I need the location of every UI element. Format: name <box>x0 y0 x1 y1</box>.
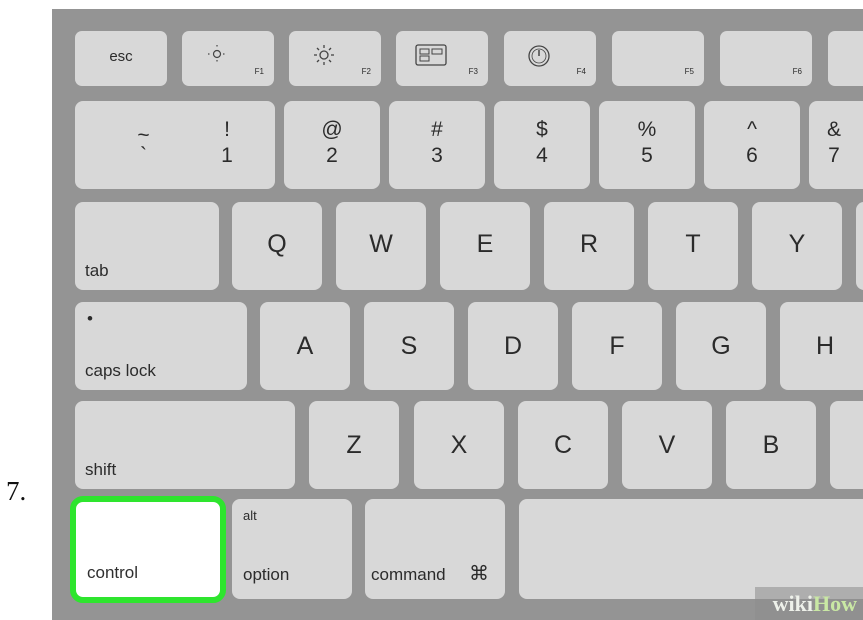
key-t[interactable]: T <box>648 202 738 290</box>
key-4-bottom: 4 <box>536 144 548 167</box>
key-f1[interactable]: F1 <box>182 31 274 86</box>
key-2-top: @ <box>321 118 343 141</box>
key-command[interactable]: command ⌘ <box>365 499 505 599</box>
key-f4[interactable]: F4 <box>504 31 596 86</box>
key-option[interactable]: alt option <box>232 499 352 599</box>
key-b[interactable]: B <box>726 401 816 489</box>
key-7-bottom: 7 <box>828 144 840 167</box>
key-y-label: Y <box>788 230 806 258</box>
key-4-top: $ <box>536 118 548 141</box>
key-tab[interactable]: tab <box>75 202 219 290</box>
key-4[interactable]: $ 4 <box>494 101 590 189</box>
key-x-label: X <box>450 431 468 459</box>
key-f4-label: F4 <box>576 67 586 76</box>
brightness-down-icon <box>182 44 252 69</box>
key-r[interactable]: R <box>544 202 634 290</box>
command-icon: ⌘ <box>469 563 489 585</box>
key-caps-lock-label: caps lock <box>85 361 156 380</box>
key-7[interactable]: & 7 <box>809 101 863 189</box>
key-q-label: Q <box>267 230 287 258</box>
key-6-top: ^ <box>747 118 757 141</box>
key-option-label: option <box>243 565 290 584</box>
key-z[interactable]: Z <box>309 401 399 489</box>
key-3[interactable]: # 3 <box>389 101 485 189</box>
key-6[interactable]: ^ 6 <box>704 101 800 189</box>
brightness-up-icon <box>289 44 359 71</box>
key-esc[interactable]: esc <box>75 31 167 86</box>
watermark-logo: wikiHow <box>754 587 863 620</box>
key-5-top: % <box>637 118 657 141</box>
key-e[interactable]: E <box>440 202 530 290</box>
key-3-bottom: 3 <box>431 144 443 167</box>
key-f6[interactable]: F6 <box>720 31 812 86</box>
key-e-label: E <box>476 230 494 258</box>
key-d[interactable]: D <box>468 302 558 390</box>
step-number: 7. <box>6 476 27 506</box>
key-f2-label: F2 <box>361 67 371 76</box>
key-space[interactable] <box>519 499 863 599</box>
key-s-label: S <box>400 332 418 360</box>
key-f5-label: F5 <box>684 67 694 76</box>
key-f-label: F <box>609 332 625 360</box>
key-a[interactable]: A <box>260 302 350 390</box>
key-tab-label: tab <box>85 261 109 280</box>
caps-lock-indicator: • <box>87 309 93 328</box>
key-1[interactable]: ! 1 <box>179 101 275 189</box>
key-5[interactable]: % 5 <box>599 101 695 189</box>
key-q[interactable]: Q <box>232 202 322 290</box>
key-t-label: T <box>685 230 701 258</box>
key-h-label: H <box>815 332 835 360</box>
key-w[interactable]: W <box>336 202 426 290</box>
key-control[interactable]: control <box>70 496 226 603</box>
key-3-top: # <box>431 118 443 141</box>
key-f3[interactable]: F3 <box>396 31 488 86</box>
key-f5[interactable]: F5 <box>612 31 704 86</box>
keyboard: esc F1 F2 F3 F4 F5 F6 ~ ` ! 1 @ 2 # 3 $ … <box>52 9 863 620</box>
key-caps-lock[interactable]: • caps lock <box>75 302 247 390</box>
key-f7[interactable] <box>828 31 863 86</box>
key-f[interactable]: F <box>572 302 662 390</box>
key-r-label: R <box>579 230 599 258</box>
key-command-label: command <box>371 565 446 584</box>
key-control-label: control <box>87 563 139 582</box>
key-g-label: G <box>711 332 731 360</box>
key-2[interactable]: @ 2 <box>284 101 380 189</box>
key-f2[interactable]: F2 <box>289 31 381 86</box>
key-shift[interactable]: shift <box>75 401 295 489</box>
key-g[interactable]: G <box>676 302 766 390</box>
key-h[interactable]: H <box>780 302 863 390</box>
key-v-label: V <box>658 431 676 459</box>
key-w-label: W <box>369 230 393 258</box>
key-z-label: Z <box>346 431 362 459</box>
key-1-top: ! <box>224 118 230 141</box>
key-c[interactable]: C <box>518 401 608 489</box>
key-esc-label: esc <box>109 48 133 65</box>
key-d-label: D <box>503 332 523 360</box>
key-s[interactable]: S <box>364 302 454 390</box>
key-c-label: C <box>553 431 573 459</box>
key-6-bottom: 6 <box>746 144 758 167</box>
key-f6-label: F6 <box>792 67 802 76</box>
key-5-bottom: 5 <box>641 144 653 167</box>
key-a-label: A <box>296 332 314 360</box>
key-n[interactable] <box>830 401 863 489</box>
key-v[interactable]: V <box>622 401 712 489</box>
key-f3-label: F3 <box>468 67 478 76</box>
key-2-bottom: 2 <box>326 144 338 167</box>
mission-control-icon <box>396 44 466 71</box>
key-f1-label: F1 <box>254 67 264 76</box>
key-shift-label: shift <box>85 460 117 479</box>
key-x[interactable]: X <box>414 401 504 489</box>
key-option-alt-label: alt <box>243 508 257 523</box>
key-b-label: B <box>762 431 780 459</box>
key-y[interactable]: Y <box>752 202 842 290</box>
key-u[interactable] <box>856 202 863 290</box>
key-1-bottom: 1 <box>221 144 233 167</box>
key-7-top: & <box>826 118 841 141</box>
dashboard-icon <box>504 44 574 73</box>
